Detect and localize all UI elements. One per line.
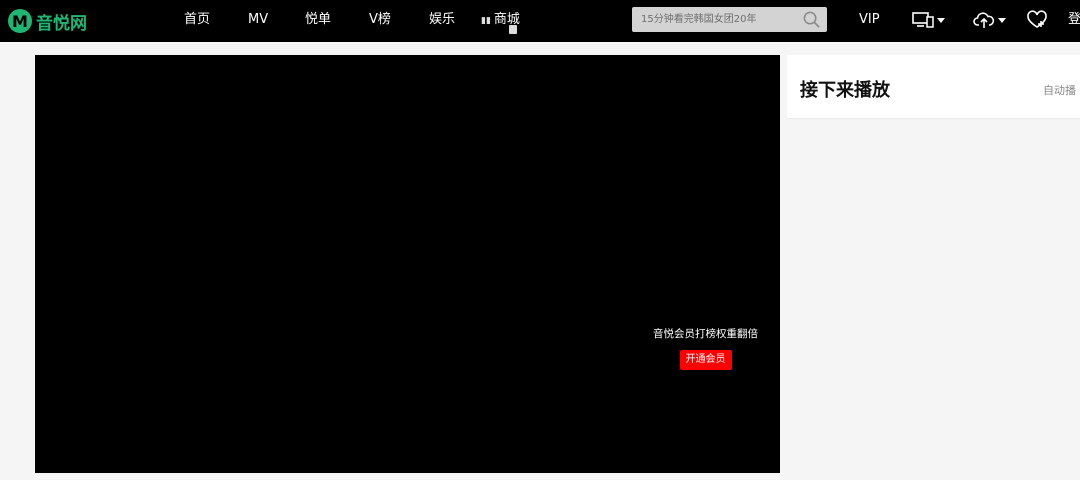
device-icon — [912, 12, 934, 28]
vip-link[interactable]: VIP — [859, 0, 880, 42]
up-next-title: 接下来播放 — [800, 80, 890, 101]
open-membership-button[interactable]: 开通会员 — [679, 350, 732, 370]
shop-icon: ▮▮ — [481, 16, 491, 26]
promo-text: 音悦会员打榜权重翻倍 — [653, 328, 758, 340]
vip-promo: 音悦会员打榜权重翻倍 开通会员 — [638, 326, 773, 370]
chevron-down-icon — [998, 17, 1006, 23]
search-input[interactable] — [641, 11, 796, 28]
top-navigation-bar: M 音悦网 首页 MV 悦单 V榜 娱乐 ▮▮商城 VIP — [0, 0, 1080, 42]
search-icon[interactable] — [802, 10, 821, 29]
up-next-panel: 接下来播放 自动播 — [787, 55, 1080, 119]
logo-badge-icon: M — [8, 9, 32, 33]
message-button[interactable] — [1026, 10, 1048, 30]
nav-playlist[interactable]: 悦单 — [305, 0, 331, 42]
logo-text: 音悦网 — [36, 13, 87, 34]
login-link[interactable]: 登 — [1068, 0, 1080, 42]
upload-menu[interactable] — [973, 10, 1006, 30]
autoplay-toggle-label[interactable]: 自动播 — [1043, 82, 1076, 98]
nav-home[interactable]: 首页 — [184, 0, 210, 42]
site-logo[interactable]: M 音悦网 — [8, 9, 87, 34]
nav-mv[interactable]: MV — [248, 0, 268, 42]
nav-shop[interactable]: ▮▮ 商城 — [481, 0, 520, 42]
nav-entertainment[interactable]: 娱乐 — [429, 0, 455, 42]
chevron-down-icon — [937, 17, 945, 23]
video-player[interactable]: 音悦会员打榜权重翻倍 开通会员 — [35, 55, 780, 473]
upload-cloud-icon — [973, 12, 995, 28]
device-menu[interactable] — [912, 10, 945, 30]
shop-badge-icon — [509, 25, 517, 34]
message-add-icon — [1027, 10, 1047, 28]
search-box — [632, 7, 827, 32]
nav-vchart[interactable]: V榜 — [369, 0, 391, 42]
